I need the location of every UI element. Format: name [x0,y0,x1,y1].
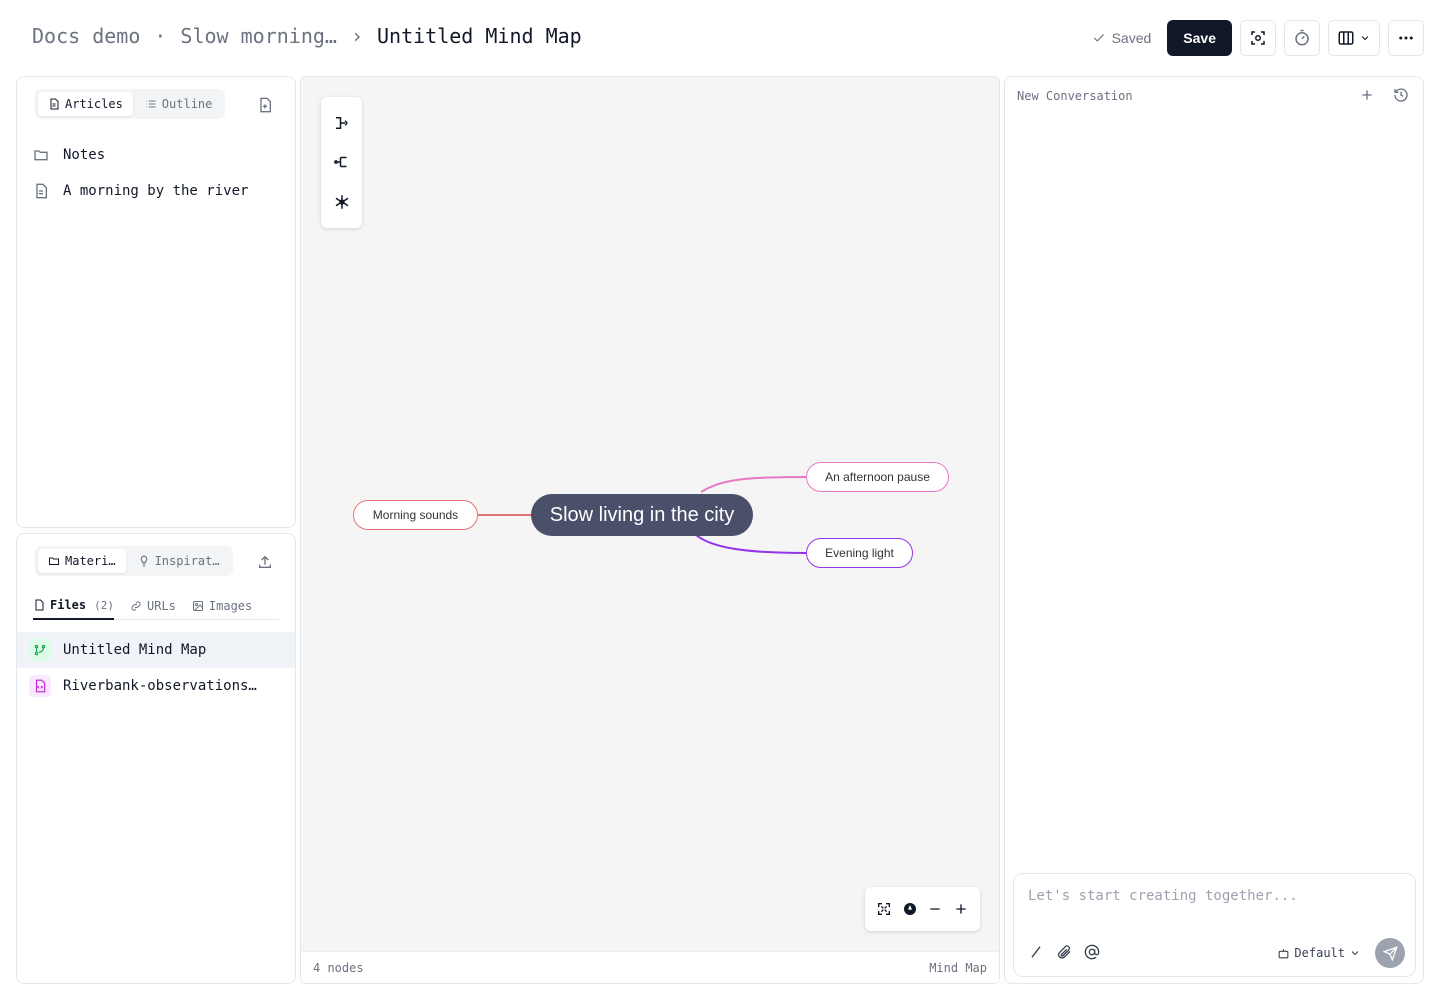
focus-icon [1249,29,1267,47]
tab-articles[interactable]: Articles [38,92,133,116]
tree-item-notes[interactable]: Notes [17,137,295,173]
articles-tabs: Articles Outline [35,89,226,119]
file-label: Riverbank-observations… [63,678,257,694]
file-icon [33,599,45,611]
subtab-urls-label: URLs [147,599,176,613]
tab-outline[interactable]: Outline [135,92,223,116]
file-row-mindmap[interactable]: Untitled Mind Map [17,632,295,668]
subtab-urls[interactable]: URLs [130,590,176,620]
tab-articles-label: Articles [65,97,123,111]
file-label: Untitled Mind Map [63,642,207,658]
tab-materials-label: Materi… [65,554,116,568]
tab-outline-label: Outline [161,97,213,111]
subtab-images-label: Images [208,599,253,613]
materials-panel: Materi… Inspirat… Files (2) URLs Images [16,533,296,984]
breadcrumb: Docs demo · Slow morning… › Untitled Min… [32,24,582,48]
material-subtabs: Files (2) URLs Images [33,590,279,620]
connector-afternoon [700,476,807,493]
node-count: 4 nodes [313,960,364,975]
breadcrumb-dot: · [154,24,167,48]
list-icon [145,98,157,110]
plus-icon[interactable] [1359,87,1375,103]
tab-materials[interactable]: Materi… [38,549,126,573]
slash-icon[interactable] [1028,944,1044,960]
more-icon [1397,29,1415,47]
send-icon [1382,945,1398,961]
upload-icon [257,554,273,570]
breadcrumb-chevron: › [350,24,364,48]
node-root[interactable]: Slow living in the city [531,494,753,536]
check-icon [1092,31,1106,45]
file-plus-icon [257,97,273,113]
node-morning-sounds[interactable]: Morning sounds [353,500,478,530]
link-icon [130,600,142,612]
file-text-icon [33,183,49,199]
saved-label: Saved [1111,30,1152,46]
canvas-status-bar: 4 nodes Mind Map [301,951,999,983]
timer-button[interactable] [1284,20,1320,56]
bot-icon [1277,947,1290,960]
focus-button[interactable] [1240,20,1276,56]
at-sign-icon[interactable] [1084,944,1100,960]
tab-inspiration[interactable]: Inspirat… [128,549,230,573]
save-button[interactable]: Save [1167,20,1232,56]
more-button[interactable] [1388,20,1424,56]
model-selector[interactable]: Default [1277,946,1361,960]
files-count: (2) [94,598,114,612]
subtab-files[interactable]: Files (2) [33,590,114,620]
zoom-in-icon[interactable] [953,901,969,917]
file-row-riverbank[interactable]: Riverbank-observations… [17,668,295,704]
history-icon[interactable] [1393,87,1409,103]
chat-input[interactable]: Let's start creating together... [1028,888,1298,904]
connector-evening [695,534,807,554]
layout-button[interactable] [1328,20,1380,56]
chevron-down-icon [1349,947,1361,959]
upload-button[interactable] [257,554,273,570]
lightbulb-icon [138,555,150,567]
columns-icon [1337,29,1355,47]
folder-open-icon [48,555,60,567]
image-icon [192,600,204,612]
articles-panel: Articles Outline Notes A morning by the … [16,76,296,528]
model-label: Default [1294,946,1345,960]
zoom-out-icon[interactable] [927,901,943,917]
tree-item-label: Notes [63,147,106,163]
chevron-down-icon [1359,32,1371,44]
saved-status: Saved [1092,30,1152,46]
chat-composer[interactable]: Let's start creating together... Default [1013,873,1416,977]
chat-panel: New Conversation Let's start creating to… [1004,76,1424,984]
code-file-icon [29,675,51,697]
timer-icon [1293,29,1311,47]
subtab-images[interactable]: Images [192,590,252,620]
tree-item-label: A morning by the river [63,183,249,199]
tree-item-article[interactable]: A morning by the river [17,173,295,209]
send-button[interactable] [1375,938,1405,968]
paperclip-icon[interactable] [1056,944,1072,960]
tab-inspiration-label: Inspirat… [154,554,220,568]
materials-tabs: Materi… Inspirat… [35,546,233,576]
conversation-title: New Conversation [1017,89,1133,103]
compass-icon[interactable] [902,901,918,917]
mind-map-canvas[interactable]: Morning sounds Slow living in the city A… [300,76,1000,984]
git-branch-icon [29,639,51,661]
page-title: Untitled Mind Map [377,24,582,48]
file-icon [48,98,60,110]
breadcrumb-workspace[interactable]: Docs demo [32,24,140,48]
breadcrumb-document[interactable]: Slow morning… [180,24,337,48]
node-afternoon-pause[interactable]: An afternoon pause [806,462,949,492]
zoom-controls [865,887,980,931]
node-evening-light[interactable]: Evening light [806,538,913,568]
fit-view-icon[interactable] [876,901,892,917]
top-bar: Docs demo · Slow morning… › Untitled Min… [0,0,1440,76]
new-article-button[interactable] [257,97,273,113]
subtab-files-label: Files [50,598,87,612]
folder-icon [33,147,49,163]
document-type: Mind Map [929,960,987,975]
